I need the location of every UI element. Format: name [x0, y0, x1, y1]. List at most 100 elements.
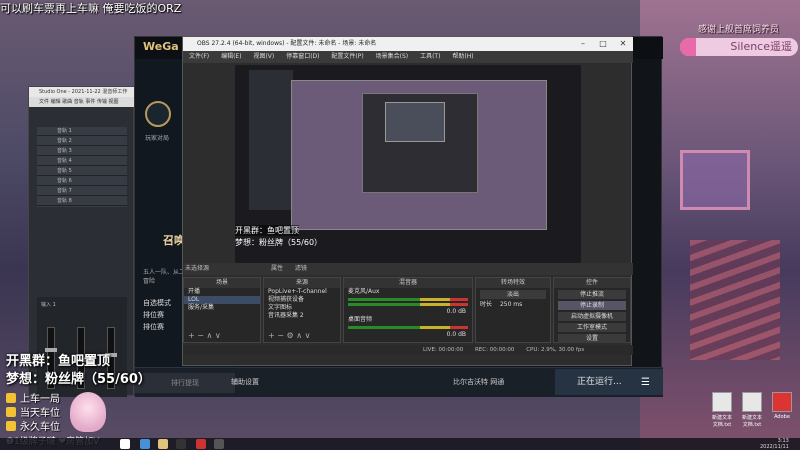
- obs-window[interactable]: OBS 27.2.4 (64-bit, windows) - 配置文件: 未命名…: [182, 36, 633, 366]
- properties-button[interactable]: 属性: [271, 265, 283, 272]
- menu-profile[interactable]: 配置文件(P): [331, 53, 363, 60]
- source-item[interactable]: PopLive+-T-channel: [264, 288, 340, 296]
- scene-item[interactable]: LOL: [184, 296, 260, 304]
- menu-scene-collection[interactable]: 场景集合(S): [376, 53, 409, 60]
- ticket-icon: [6, 393, 16, 403]
- lol-logo-icon[interactable]: [145, 101, 171, 127]
- source-item[interactable]: 文字图标: [264, 304, 340, 312]
- assist-settings-link[interactable]: 辅助设置: [231, 377, 259, 387]
- danmaku-ticker: 可以刷车票再上车嘛 俺要吃饭的ORZ: [0, 2, 182, 15]
- filters-button[interactable]: 滤镜: [295, 265, 307, 272]
- close-button[interactable]: ✕: [613, 37, 633, 51]
- track-row[interactable]: 音轨 8: [37, 197, 127, 206]
- menu-edit[interactable]: 编辑(E): [221, 53, 241, 60]
- menu-docks[interactable]: 停靠窗口(D): [286, 53, 319, 60]
- transitions-dock[interactable]: 转场特效 淡出 时长 250 ms: [475, 277, 551, 343]
- track-row[interactable]: 音轨 5: [37, 167, 127, 176]
- perk-row: 永久车位: [6, 418, 60, 433]
- player-label[interactable]: 玩家对局: [145, 133, 169, 142]
- source-item[interactable]: 视频捕获设备: [264, 296, 340, 304]
- dream-text: 梦想：粉丝牌（55/60）: [6, 372, 151, 387]
- taskbar: 3:13 2022/11/11: [0, 438, 800, 450]
- preview-group-text: 开黑群：鱼吧置顶: [235, 225, 299, 236]
- desktop-file-icon[interactable]: 新建文本文档.txt: [740, 392, 764, 428]
- virtual-camera-button[interactable]: 启动虚拟摄像机: [558, 312, 626, 321]
- scenes-dock[interactable]: 场景 开播 LOL 服务/采集 + − ∧ ∨: [183, 277, 261, 343]
- transition-select[interactable]: 淡出: [480, 290, 546, 299]
- obs-icon[interactable]: [196, 439, 206, 449]
- controls-dock[interactable]: 控件 停止推流 停止录制 启动虚拟摄像机 工作室模式 设置: [553, 277, 631, 343]
- stop-streaming-button[interactable]: 停止推流: [558, 290, 626, 299]
- preview-nested-obs: [362, 93, 478, 193]
- dock-title: 来源: [264, 278, 340, 288]
- perk-row: 当天车位: [6, 404, 60, 419]
- desktop-file-icon[interactable]: 新建文本文档.txt: [710, 392, 734, 428]
- dock-title: 转场特效: [476, 278, 550, 288]
- duration-label: 时长: [480, 301, 493, 308]
- scene-actions[interactable]: + − ∧ ∨: [188, 331, 221, 340]
- mixer-label: 输入 1: [41, 302, 56, 308]
- sources-dock[interactable]: 来源 PopLive+-T-channel 视频捕获设备 文字图标 音讯器采集 …: [263, 277, 341, 343]
- settings-button[interactable]: 设置: [558, 334, 626, 343]
- cpu-status: CPU: 2.9%, 30.00 fps: [526, 347, 585, 353]
- perk-row: 上车一局: [6, 390, 60, 405]
- channel-name: 桌面音频: [348, 316, 373, 323]
- menu-file[interactable]: 文件(F): [189, 53, 209, 60]
- channel-name: 麦克风/Aux: [348, 288, 380, 295]
- duration-value[interactable]: 250 ms: [500, 301, 522, 308]
- source-item[interactable]: 音讯器采集 2: [264, 312, 340, 320]
- track-list[interactable]: 音轨 1 音轨 2 音轨 3 音轨 4 音轨 5 音轨 6 音轨 7 音轨 8: [37, 127, 127, 207]
- menu-icon[interactable]: ☰: [641, 377, 650, 388]
- minimize-button[interactable]: –: [573, 37, 593, 51]
- volume-meter: [348, 303, 468, 306]
- dock-title: 混音器: [344, 278, 472, 288]
- background-window: [680, 150, 750, 210]
- desktop-file-icon[interactable]: Adobe: [770, 392, 794, 420]
- no-source-label: 未选择源: [185, 265, 210, 272]
- menu-bar[interactable]: 文件(F) 编辑(E) 视图(V) 停靠窗口(D) 配置文件(P) 场景集合(S…: [183, 51, 633, 63]
- clock[interactable]: 3:13 2022/11/11: [760, 438, 789, 450]
- duration-row[interactable]: 时长 250 ms: [476, 301, 550, 309]
- perk-label: 永久车位: [20, 422, 60, 433]
- menu-help[interactable]: 帮助(H): [452, 53, 473, 60]
- maximize-button[interactable]: □: [593, 37, 613, 51]
- rec-status: REC: 00:00:00: [474, 347, 515, 353]
- menu-tools[interactable]: 工具(T): [420, 53, 440, 60]
- scene-item[interactable]: 开播: [184, 288, 260, 296]
- menu-bar[interactable]: 文件 编辑 歌曲 音轨 事件 传输 视图: [29, 97, 135, 107]
- track-row[interactable]: 音轨 1: [37, 127, 127, 136]
- source-toolbar[interactable]: 未选择源 属性 滤镜: [183, 263, 633, 275]
- studio-one-icon[interactable]: [176, 439, 186, 449]
- background-wall: [640, 0, 800, 450]
- window-title: Studio One - 2021-11-22 混音师工作: [29, 87, 135, 97]
- source-actions[interactable]: + − ⚙ ∧ ∨: [268, 331, 310, 340]
- audio-mixer-dock[interactable]: 混音器 麦克风/Aux 0.0 dB 桌面音频 0.0 dB: [343, 277, 473, 343]
- app-icon[interactable]: [214, 439, 224, 449]
- preview-nested-obs-2: [385, 102, 445, 142]
- track-row[interactable]: 音轨 6: [37, 177, 127, 186]
- background-stairs: [690, 240, 780, 360]
- studio-mode-button[interactable]: 工作室模式: [558, 323, 626, 332]
- server-selector[interactable]: 比尔吉沃特 网通: [453, 377, 504, 387]
- dock-title: 控件: [554, 278, 630, 288]
- preview-studio-one: [249, 70, 293, 210]
- browser-icon[interactable]: [140, 439, 150, 449]
- track-row[interactable]: 音轨 2: [37, 137, 127, 146]
- status-bar: LIVE: 00:00:00 REC: 00:00:00 CPU: 2.9%, …: [183, 345, 633, 355]
- dock-title: 场景: [184, 278, 260, 288]
- stop-recording-button[interactable]: 停止录制: [558, 301, 626, 310]
- track-row[interactable]: 音轨 7: [37, 187, 127, 196]
- wegame-icon[interactable]: [158, 439, 168, 449]
- track-row[interactable]: 音轨 4: [37, 157, 127, 166]
- subscriber-name: Silence遥遥: [680, 38, 798, 56]
- ticket-icon: [6, 421, 16, 431]
- scene-item[interactable]: 服务/采集: [184, 304, 260, 312]
- preview-nested-desktop: [291, 80, 547, 230]
- volume-meter: [348, 298, 468, 301]
- start-icon[interactable]: [120, 439, 130, 449]
- mascot-avatar: [70, 392, 106, 432]
- menu-view[interactable]: 视图(V): [253, 53, 274, 60]
- track-row[interactable]: 音轨 3: [37, 147, 127, 156]
- obs-preview[interactable]: 开黑群：鱼吧置顶 梦想：粉丝牌（55/60）: [235, 65, 581, 275]
- thanks-text: 感谢上舰首席饲养员: [698, 25, 780, 35]
